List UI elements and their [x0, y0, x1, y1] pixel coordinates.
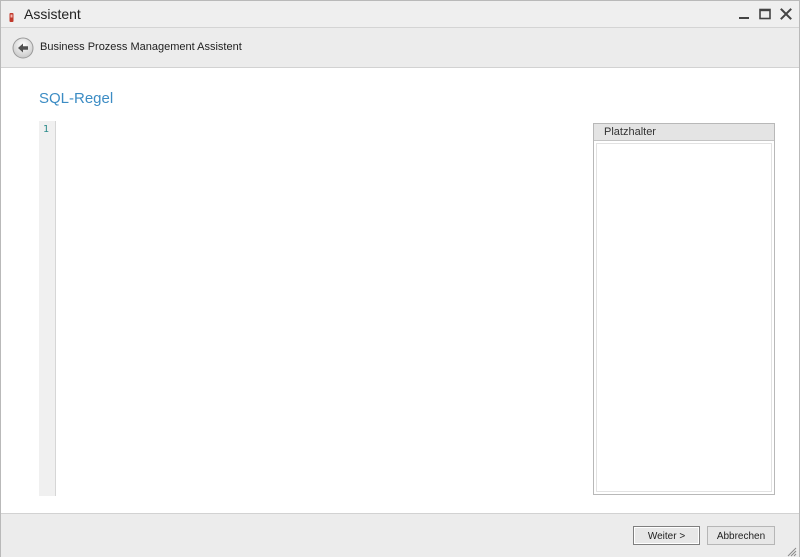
page-title: SQL-Regel: [39, 90, 114, 107]
close-button[interactable]: [778, 6, 794, 22]
cancel-button[interactable]: Abbrechen: [707, 526, 775, 545]
title-bar[interactable]: Assistent: [1, 1, 799, 28]
placeholder-header-label: Platzhalter: [604, 126, 656, 138]
app-icon: [9, 9, 14, 22]
breadcrumb: Business Prozess Management Assistent: [40, 41, 242, 53]
close-icon: [780, 8, 792, 20]
resize-grip-icon[interactable]: [786, 544, 797, 557]
window-title: Assistent: [24, 6, 81, 22]
line-number: 1: [43, 124, 50, 135]
placeholder-column-header[interactable]: Platzhalter: [594, 124, 774, 141]
back-button[interactable]: [12, 37, 34, 59]
minimize-button[interactable]: [736, 6, 752, 22]
maximize-button[interactable]: [757, 6, 773, 22]
code-input[interactable]: [57, 121, 569, 496]
minimize-icon: [739, 17, 749, 19]
header-bar: Business Prozess Management Assistent: [1, 28, 799, 68]
placeholder-list[interactable]: [596, 143, 772, 492]
footer-bar: Weiter > Abbrechen: [1, 513, 799, 557]
next-button[interactable]: Weiter >: [633, 526, 700, 545]
back-arrow-icon: [12, 37, 34, 59]
placeholder-panel: Platzhalter: [593, 123, 775, 495]
maximize-icon: [759, 8, 771, 20]
sql-editor[interactable]: 1: [39, 121, 569, 496]
assistant-window: Assistent Business Prozess Management As…: [0, 0, 800, 557]
line-number-gutter: 1: [39, 121, 56, 496]
